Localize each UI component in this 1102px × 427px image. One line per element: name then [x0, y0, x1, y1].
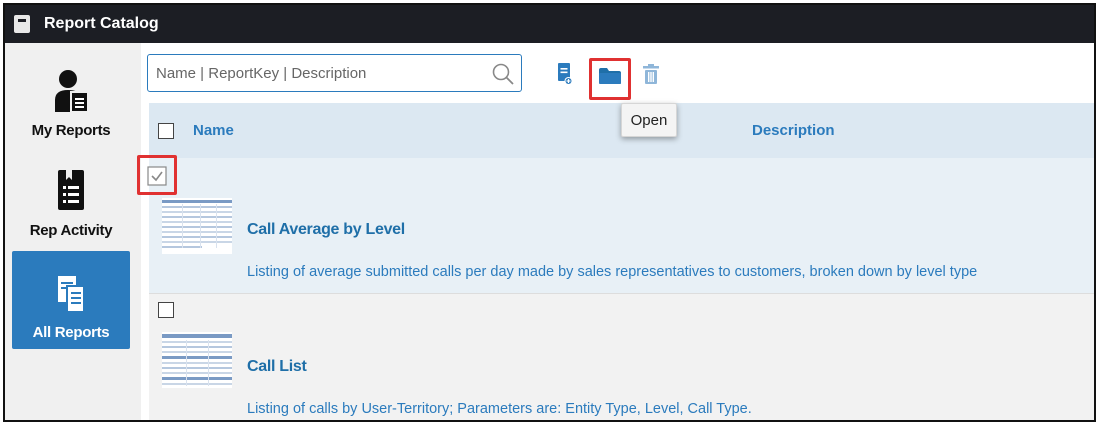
report-thumbnail — [162, 332, 232, 388]
report-name-link[interactable]: Call Average by Level — [247, 221, 405, 239]
tooltip-text: Open — [630, 111, 668, 129]
open-tooltip: Open — [621, 103, 677, 137]
sidebar-item-label: All Reports — [32, 324, 110, 341]
trash-icon[interactable] — [642, 63, 660, 85]
title-bar: Report Catalog — [5, 5, 1094, 43]
report-name-link[interactable]: Call List — [247, 358, 307, 376]
search-box — [147, 54, 522, 92]
report-description: Listing of calls by User-Territory; Para… — [247, 401, 752, 417]
row-checkbox[interactable] — [158, 302, 174, 318]
row-checkbox[interactable] — [147, 166, 167, 186]
sidebar-item-label: My Reports — [31, 122, 111, 139]
window-title: Report Catalog — [44, 15, 159, 32]
select-all-checkbox[interactable] — [158, 123, 174, 139]
new-document-icon[interactable] — [557, 62, 573, 86]
search-icon[interactable] — [491, 62, 515, 86]
app-icon — [14, 15, 30, 33]
app-window: Report Catalog My Reports Rep Activity A… — [3, 3, 1096, 422]
report-thumbnail — [162, 198, 232, 254]
column-header-description[interactable]: Description — [752, 122, 835, 139]
user-report-icon — [55, 70, 89, 112]
table-row[interactable]: Call Average by Level Listing of average… — [137, 155, 1094, 293]
folder-icon[interactable] — [598, 67, 622, 85]
sidebar-item-label: Rep Activity — [29, 222, 113, 239]
main-content: Name Description Open — [137, 43, 1094, 420]
search-input[interactable] — [156, 55, 476, 91]
activity-list-icon — [58, 170, 84, 210]
sidebar-item-rep-activity[interactable]: Rep Activity — [12, 149, 130, 247]
report-description: Listing of average submitted calls per d… — [247, 264, 978, 280]
sidebar-item-all-reports[interactable]: All Reports — [12, 251, 130, 349]
sidebar: My Reports Rep Activity All Reports — [5, 43, 141, 420]
reports-stack-icon — [58, 276, 85, 313]
column-header-name[interactable]: Name — [193, 122, 234, 139]
sidebar-item-my-reports[interactable]: My Reports — [12, 49, 130, 147]
table-row[interactable]: Call List Listing of calls by User-Terri… — [149, 293, 1094, 420]
